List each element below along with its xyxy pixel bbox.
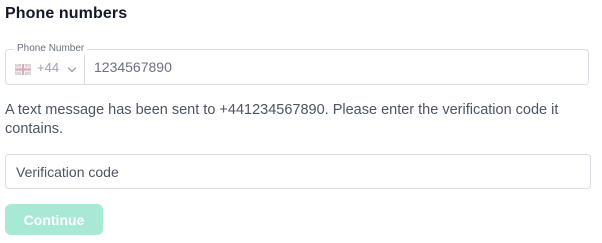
continue-button[interactable]: Continue (5, 204, 103, 235)
phone-numbers-panel: Phone numbers Phone Number +44 123456789… (0, 0, 602, 243)
phone-number-label: Phone Number (14, 43, 88, 55)
verification-code-field (5, 154, 591, 189)
phone-number-field: Phone Number +44 (5, 43, 589, 85)
country-code-select[interactable]: +44 (6, 50, 85, 84)
section-title: Phone numbers (5, 5, 128, 22)
chevron-down-icon (67, 62, 77, 73)
verification-sent-message: A text message has been sent to +4412345… (5, 102, 559, 137)
uk-flag-icon (14, 62, 32, 76)
phone-number-input[interactable] (85, 50, 588, 84)
dial-code: +44 (37, 59, 60, 75)
verification-code-input[interactable] (6, 155, 590, 188)
